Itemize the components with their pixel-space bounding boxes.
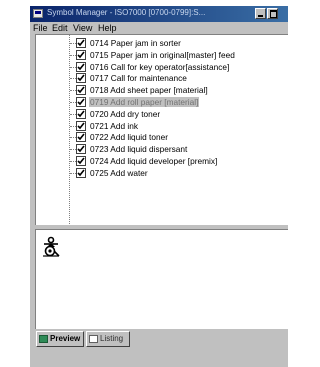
menu-file[interactable]: File bbox=[33, 23, 48, 33]
view-tabs: Preview Listing bbox=[30, 329, 288, 349]
symbol-preview-pane bbox=[35, 229, 288, 329]
tree-item-label: 0714 Paper jam in sorter bbox=[90, 38, 181, 48]
tree-item-label: 0721 Add ink bbox=[90, 120, 138, 131]
tab-preview[interactable]: Preview bbox=[36, 331, 84, 347]
tree-item[interactable]: 0716 Call for key operator[assistance] bbox=[36, 61, 288, 73]
checkmark-icon bbox=[77, 74, 85, 82]
symbol-tree[interactable]: 0714 Paper jam in sorter 0715 Paper jam i… bbox=[35, 34, 288, 225]
checkmark-icon bbox=[77, 110, 85, 117]
checkmark-icon bbox=[77, 145, 85, 153]
checkbox[interactable] bbox=[76, 108, 86, 119]
tree-item[interactable]: 0721 Add ink bbox=[36, 120, 288, 132]
tree-item-label: 0724 Add liquid developer [premix] bbox=[90, 156, 218, 166]
tree-item[interactable]: 0718 Add sheet paper [material] bbox=[36, 85, 288, 96]
title-bar[interactable]: Symbol Manager - ISO7000 [0700-0799]:S..… bbox=[30, 6, 288, 22]
tree-item-label: 0717 Call for maintenance bbox=[90, 73, 187, 84]
checkbox[interactable] bbox=[76, 120, 86, 131]
tree-item-label: 0718 Add sheet paper [material] bbox=[90, 85, 208, 96]
checkbox[interactable] bbox=[76, 61, 86, 72]
checkmark-icon bbox=[77, 39, 85, 47]
tree-item-label: 0723 Add liquid dispersant bbox=[90, 144, 188, 155]
tab-listing[interactable]: Listing bbox=[86, 331, 130, 347]
checkbox[interactable] bbox=[76, 49, 86, 60]
checkbox[interactable] bbox=[76, 85, 86, 96]
tab-listing-label: Listing bbox=[100, 334, 124, 343]
checkmark-icon bbox=[77, 86, 85, 94]
checkmark-icon bbox=[77, 157, 85, 165]
tree-item[interactable]: 0717 Call for maintenance bbox=[36, 73, 288, 84]
tree-item[interactable]: 0725 Add water bbox=[36, 167, 288, 179]
tree-item[interactable]: 0714 Paper jam in sorter bbox=[36, 38, 288, 49]
checkbox[interactable] bbox=[76, 156, 86, 166]
tree-item-label: 0725 Add water bbox=[90, 167, 148, 178]
tree-item-label: 0719 Add roll paper [material] bbox=[89, 97, 200, 107]
checkbox[interactable] bbox=[76, 132, 86, 143]
tree-item[interactable]: 0722 Add liquid toner bbox=[36, 132, 288, 143]
tree-item[interactable]: 0720 Add dry toner bbox=[36, 108, 288, 120]
tree-item-label: 0715 Paper jam in original[master] feed bbox=[90, 49, 235, 60]
minimize-button[interactable] bbox=[255, 8, 266, 19]
checkmark-icon bbox=[77, 51, 85, 58]
tree-item-label: 0720 Add dry toner bbox=[90, 108, 161, 119]
window-title: Symbol Manager - ISO7000 [0700-0799]:S..… bbox=[47, 8, 206, 17]
tree-item[interactable]: 0724 Add liquid developer [premix] bbox=[36, 156, 288, 167]
menu-view[interactable]: View bbox=[73, 23, 92, 33]
menu-edit[interactable]: Edit bbox=[52, 23, 68, 33]
preview-tab-icon bbox=[39, 335, 48, 343]
checkbox[interactable] bbox=[76, 73, 86, 84]
tree-item-label: 0722 Add liquid toner bbox=[90, 132, 168, 143]
checkmark-icon bbox=[77, 169, 85, 176]
checkbox[interactable] bbox=[76, 144, 86, 155]
symbol-manager-window: Symbol Manager - ISO7000 [0700-0799]:S..… bbox=[30, 6, 288, 367]
tree-item[interactable]: 0723 Add liquid dispersant bbox=[36, 144, 288, 155]
tab-preview-label: Preview bbox=[50, 334, 81, 343]
tree-item[interactable]: 0719 Add roll paper [material] bbox=[36, 97, 288, 108]
app-icon[interactable] bbox=[33, 9, 43, 18]
checkmark-icon bbox=[77, 122, 85, 129]
checkbox[interactable] bbox=[76, 167, 86, 178]
tree-item[interactable]: 0715 Paper jam in original[master] feed bbox=[36, 49, 288, 61]
roll-paper-symbol-icon bbox=[42, 236, 60, 257]
checkmark-icon bbox=[77, 63, 85, 70]
listing-tab-icon bbox=[89, 335, 98, 343]
maximize-button[interactable] bbox=[267, 8, 278, 19]
checkmark-icon bbox=[77, 98, 85, 106]
menu-help[interactable]: Help bbox=[98, 23, 117, 33]
checkbox[interactable] bbox=[76, 38, 86, 48]
checkbox[interactable] bbox=[76, 97, 86, 107]
checkmark-icon bbox=[77, 133, 85, 141]
status-bar bbox=[30, 349, 288, 367]
tree-item-label: 0716 Call for key operator[assistance] bbox=[90, 61, 230, 72]
